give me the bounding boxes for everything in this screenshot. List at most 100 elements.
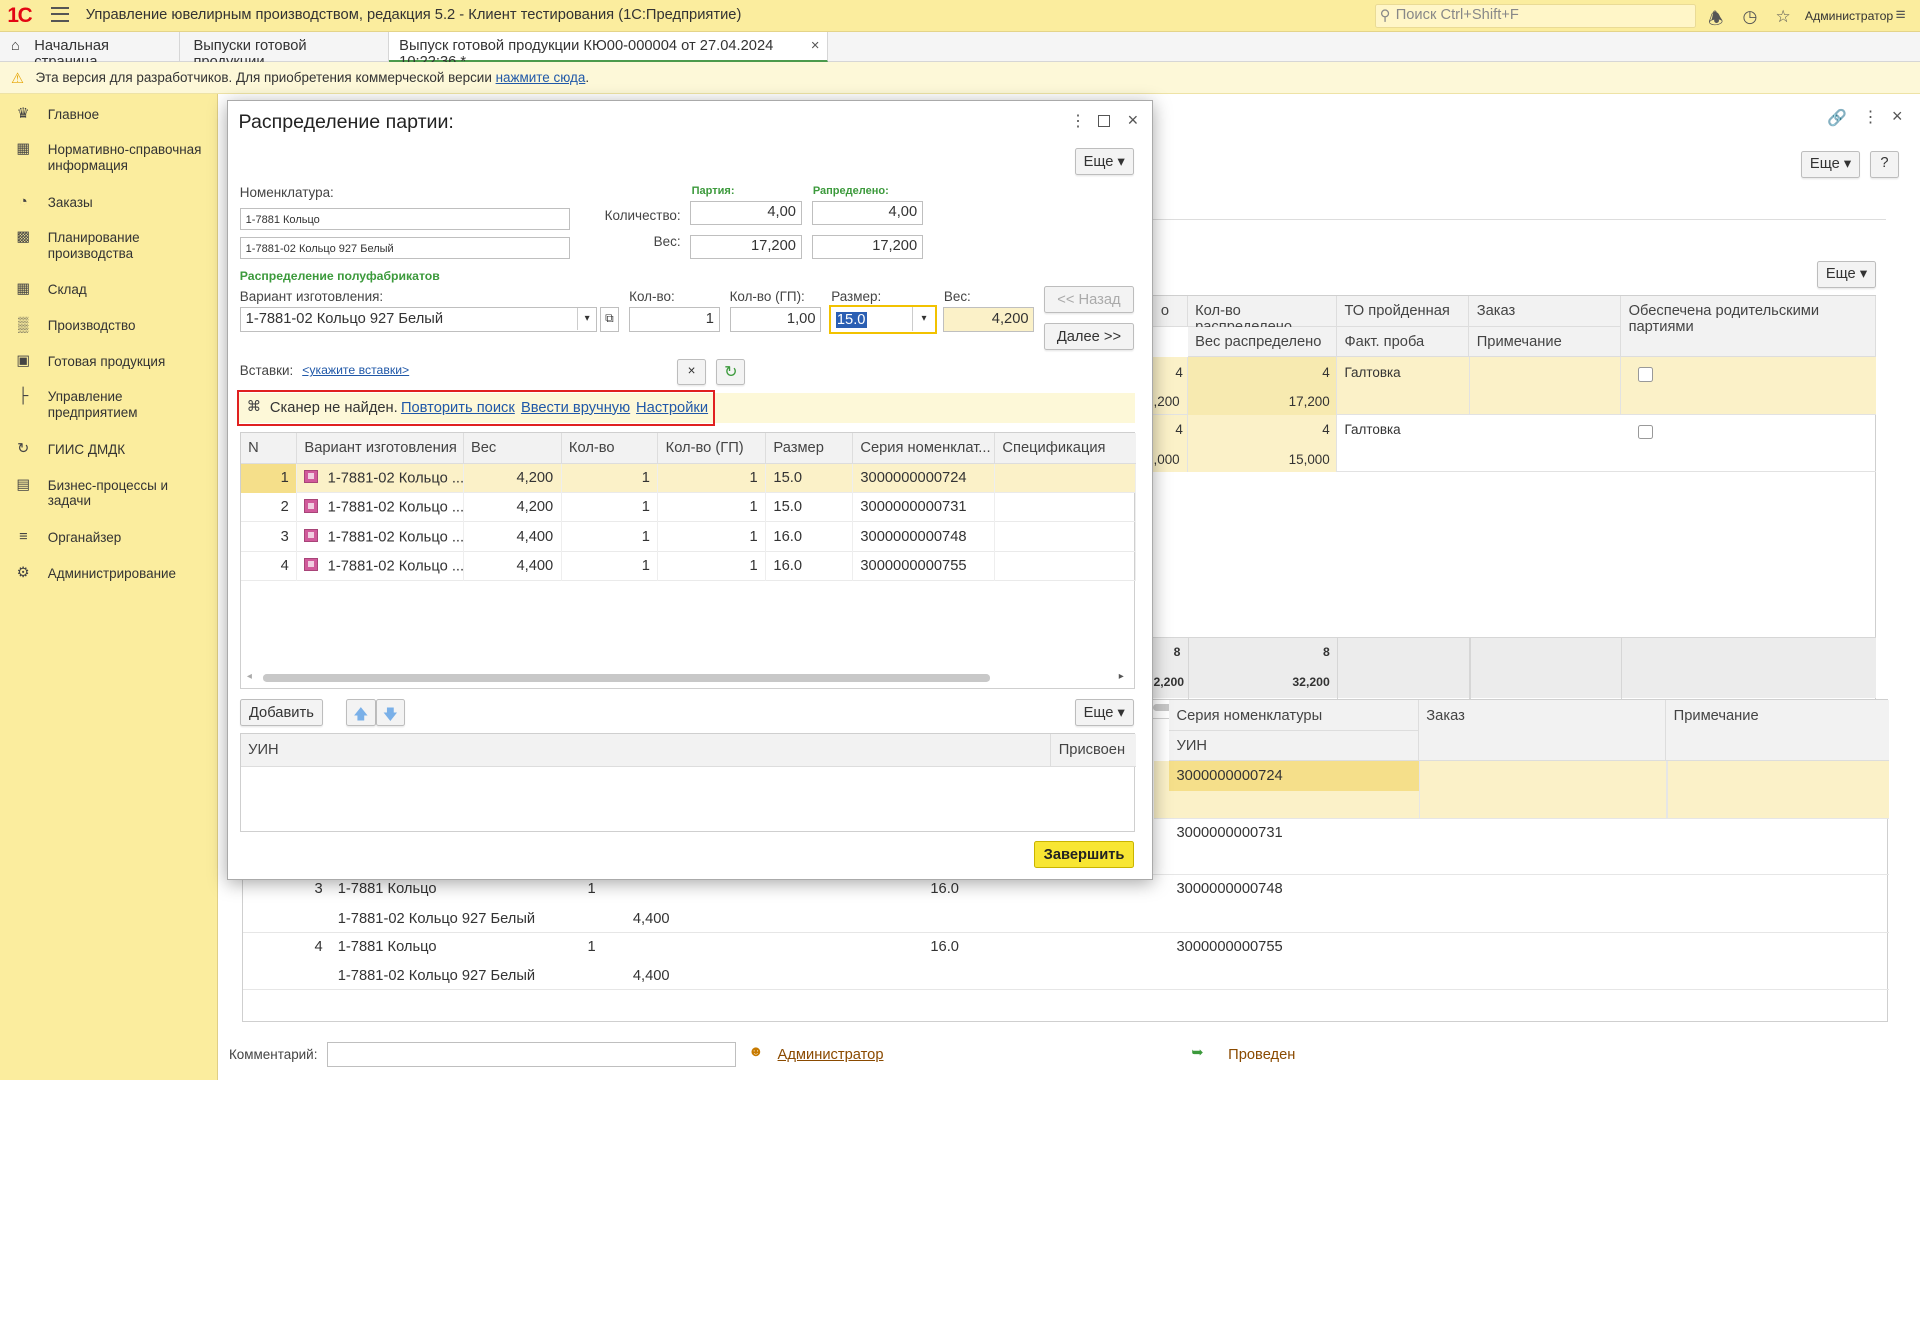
link-icon[interactable]: 🔗: [1827, 108, 1847, 128]
more-vert-icon[interactable]: ⋮: [1862, 107, 1878, 127]
add-button[interactable]: Добавить: [239, 698, 324, 726]
table-row[interactable]: 4 1-7881 Кольцо 1 16.0 3000000000755 1-7…: [243, 933, 1890, 991]
distributed-weight-field[interactable]: 17,200: [811, 234, 924, 260]
size-dropdown-icon[interactable]: ▾: [912, 306, 934, 332]
back-button[interactable]: << Назад: [1044, 286, 1134, 314]
col-header-assigned[interactable]: Присвоен: [1051, 734, 1136, 768]
sidebar-item-label: ГИИС ДМДК: [47, 442, 126, 458]
global-search-input[interactable]: ⚲ Поиск Ctrl+Shift+F: [1375, 3, 1696, 29]
more-button[interactable]: Еще ▾: [1074, 147, 1134, 175]
nomenclature-label: Номенклатура:: [239, 184, 334, 200]
dropdown-icon[interactable]: ▾: [576, 308, 597, 331]
cell-size: 15.0: [766, 493, 853, 523]
cell-variant: 1-7881-02 Кольцо ...: [297, 493, 464, 523]
uin-table: УИН Присвоен: [239, 733, 1136, 833]
col-header-qtygp[interactable]: Кол-во (ГП): [658, 433, 767, 464]
variant-text: 1-7881-02 Кольцо ...: [327, 528, 464, 545]
table-row[interactable]: 2 1-7881-02 Кольцо ... 4,200 1 1 15.0 30000000…: [240, 493, 1136, 523]
maximize-icon[interactable]: [1098, 114, 1111, 128]
ves-field[interactable]: 4,200: [942, 307, 1035, 332]
size-field[interactable]: 15.0 ▾: [828, 304, 937, 335]
menu-icon[interactable]: [51, 7, 69, 23]
col-header-variant[interactable]: Вариант изготовления: [297, 433, 464, 464]
tab-releases[interactable]: Выпуски готовой продукции: [181, 31, 390, 70]
cell-variant: 1-7881-02 Кольцо 927 Белый: [337, 968, 536, 985]
col-header-uin[interactable]: УИН: [240, 734, 1052, 768]
move-up-icon[interactable]: 🡅: [346, 698, 376, 726]
book-icon: ▦: [16, 141, 31, 158]
col-header-qty[interactable]: Кол-во: [561, 433, 659, 464]
help-button[interactable]: ?: [1869, 150, 1900, 178]
close-tab-icon[interactable]: ×: [811, 38, 820, 54]
table-row[interactable]: 3 1-7881 Кольцо 1 16.0 3000000000748 1-7…: [243, 875, 1890, 933]
list-icon: ≡: [18, 529, 28, 546]
history-icon[interactable]: ◷: [1742, 6, 1757, 27]
party-weight-field[interactable]: 17,200: [690, 234, 802, 260]
col-header-spec[interactable]: Спецификация: [995, 433, 1136, 464]
bell-icon[interactable]: 🕭: [1708, 6, 1723, 35]
more-vert-icon[interactable]: ⋮: [1070, 111, 1086, 131]
scanner-highlight: ⌘ Сканер не найден. Повторить поиск Ввес…: [237, 390, 715, 426]
tab-release-doc[interactable]: Выпуск готовой продукции КЮ00-000004 от …: [389, 31, 828, 70]
distributed-qty-field[interactable]: 4,00: [811, 200, 924, 226]
status-text: Проведен: [1228, 1046, 1296, 1063]
variant-select[interactable]: 1-7881-02 Кольцо 927 Белый ▾: [239, 307, 598, 332]
table-row[interactable]: 3 1-7881-02 Кольцо ... 4,400 1 1 16.0 30000000…: [240, 522, 1136, 552]
cell-weight: 4,400: [464, 522, 562, 552]
refresh-icon[interactable]: ↻: [716, 358, 746, 386]
variant-field[interactable]: 1-7881-02 Кольцо 927 Белый: [239, 237, 571, 260]
kolgp-field[interactable]: 1,00: [729, 307, 822, 332]
table-row[interactable]: 4 1-7881-02 Кольцо ... 4,400 1 1 16.0 30000000…: [240, 551, 1136, 582]
col-header: Обеспечена родительскими партиями: [1621, 296, 1876, 358]
more-button[interactable]: Еще ▾: [1801, 150, 1860, 178]
table-row[interactable]: 3000000000724: [1154, 761, 1890, 819]
manual-input-link[interactable]: Ввести вручную: [521, 400, 630, 416]
finish-button[interactable]: Завершить: [1034, 841, 1134, 868]
horizontal-scrollbar[interactable]: [262, 674, 991, 682]
buy-link[interactable]: нажмите сюда: [496, 70, 586, 85]
nomenclature-field[interactable]: 1-7881 Кольцо: [239, 207, 571, 230]
settings-link[interactable]: Настройки: [636, 400, 708, 416]
open-icon[interactable]: ⧉: [599, 307, 620, 332]
kol-field[interactable]: 1: [629, 307, 720, 332]
current-user[interactable]: Администратор: [1805, 9, 1893, 23]
sidebar-item-label: Главное: [47, 106, 100, 122]
app-title: Управление ювелирным производством, реда…: [85, 7, 742, 24]
close-icon[interactable]: ×: [1128, 109, 1139, 131]
close-form-icon[interactable]: ×: [1892, 105, 1903, 127]
next-button[interactable]: Далее >>: [1044, 323, 1134, 350]
party-qty-field[interactable]: 4,00: [690, 200, 802, 226]
retry-search-link[interactable]: Повторить поиск: [401, 400, 515, 416]
col-header-weight[interactable]: Вес: [463, 433, 562, 464]
party-label: Партия:: [691, 184, 735, 197]
table-row[interactable]: 1 1-7881-02 Кольцо ... 4,200 1 1 15.0 30000000…: [240, 463, 1136, 493]
clear-inserts-button[interactable]: ×: [676, 358, 707, 386]
scroll-right-icon[interactable]: ▸: [1119, 671, 1124, 682]
more-button-uin[interactable]: Еще ▾: [1074, 698, 1134, 726]
col-header-series[interactable]: Серия номенклат...: [853, 433, 996, 464]
warning-text: Эта версия для разработчиков. Для приобр…: [35, 69, 496, 85]
scroll-left-icon[interactable]: ◂: [247, 671, 252, 682]
cell-size: 16.0: [930, 938, 959, 955]
col-header-n[interactable]: N: [240, 433, 298, 464]
col-header-size[interactable]: Размер: [766, 433, 853, 464]
more-button-table[interactable]: Еще ▾: [1817, 260, 1876, 288]
star-icon[interactable]: ☆: [1776, 6, 1791, 27]
table-row[interactable]: 4 ,200 4 17,200 Галтовка: [1153, 357, 1876, 415]
table-row[interactable]: 4 ,000 4 15,000 Галтовка: [1153, 414, 1876, 473]
checkbox[interactable]: [1638, 424, 1654, 440]
cell-qty: 1: [587, 881, 596, 898]
inserts-link[interactable]: <укажите вставки>: [302, 363, 409, 377]
tab-home[interactable]: ⌂ Начальная страница: [0, 31, 180, 70]
window-menu-icon[interactable]: ≡: [1896, 4, 1906, 25]
more-label: Еще: [1809, 156, 1840, 173]
cell-qtygp: 1: [658, 463, 767, 493]
size-label: Размер:: [831, 288, 882, 304]
author-link[interactable]: Администратор: [778, 1047, 884, 1063]
move-down-icon[interactable]: 🡇: [375, 698, 406, 726]
cell-variant: 1-7881-02 Кольцо ...: [297, 551, 464, 582]
box-icon: ▣: [16, 352, 31, 369]
warning-end: .: [585, 69, 590, 85]
checkbox[interactable]: [1638, 367, 1654, 382]
comment-input[interactable]: [326, 1042, 736, 1067]
